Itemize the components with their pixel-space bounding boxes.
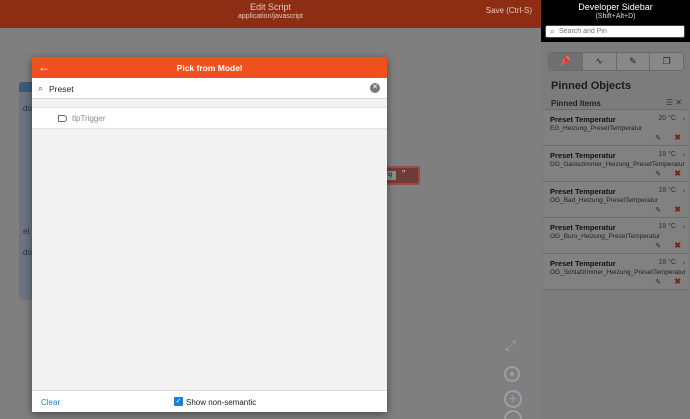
edit-icon[interactable]: ✎	[655, 242, 661, 250]
search-icon: ⌕	[550, 27, 555, 36]
dialog-header: ← Pick from Model	[32, 57, 387, 78]
sidebar-search[interactable]: ⌕	[545, 25, 685, 38]
edit-icon[interactable]: ✎	[655, 134, 661, 142]
editor-header: Edit Script application/javascript Save …	[0, 0, 541, 28]
recenter-icon[interactable]	[504, 366, 520, 382]
pinned-item-name: Preset Temperatur	[550, 115, 616, 124]
sidebar-header: Developer Sidebar (Shift+Alt+D) ⌕	[541, 0, 690, 42]
pinned-item-value: 18 °C	[658, 259, 676, 266]
tools-tab-icon[interactable]: ✎	[615, 53, 650, 70]
edit-icon[interactable]: ✎	[655, 170, 661, 178]
dialog-title: Pick from Model	[176, 63, 243, 73]
block-text: el	[23, 227, 30, 236]
sidebar-shortcut: (Shift+Alt+D)	[595, 13, 636, 20]
pinned-item[interactable]: Preset Temperatur 18 °C › OG_Buro_Heizun…	[543, 218, 688, 254]
result-label: tlpTrigger	[72, 114, 106, 123]
dialog-footer: Clear ✓ Show non-semantic	[32, 390, 387, 412]
pinned-item[interactable]: Preset Temperatur 18 °C › DG_Gastezimmer…	[543, 146, 688, 182]
clear-button[interactable]: Clear	[41, 398, 60, 407]
pinned-item-name: Preset Temperatur	[550, 151, 616, 160]
model-search: ⌕ ✕	[32, 78, 387, 99]
pinned-item-id: OG_Buro_Heizung_PresetTemperatur	[550, 233, 661, 240]
model-search-input[interactable]	[49, 82, 367, 95]
save-button[interactable]: Save (Ctrl-S)	[486, 6, 532, 15]
chevron-right-icon[interactable]: ›	[682, 258, 685, 267]
unpin-icon[interactable]: ✖	[674, 241, 681, 250]
chevron-right-icon[interactable]: ›	[682, 150, 685, 159]
sidebar-tabs: 📌 ∿ ✎ ❐	[548, 52, 684, 71]
search-icon: ⌕	[38, 83, 44, 93]
clear-search-icon[interactable]: ✕	[370, 83, 380, 93]
editor-title: Edit Script	[249, 2, 291, 12]
sidebar-search-input[interactable]	[559, 26, 683, 37]
copy-tab-icon[interactable]: ❐	[649, 53, 683, 70]
list-icon[interactable]: ☰	[666, 98, 673, 107]
pin-tab-icon[interactable]: 📌	[549, 53, 582, 70]
pinned-item[interactable]: Preset Temperatur 20 °C › EG_Heizung_Pre…	[543, 110, 688, 146]
pinned-item-id: DG_Gastezimmer_Heizung_PresetTemperatur	[550, 161, 685, 168]
chevron-right-icon[interactable]: ›	[682, 222, 685, 231]
block-text: do	[23, 248, 32, 257]
editor-subtitle: application/javascript	[238, 13, 303, 20]
pinned-item-id: OG_Schlafzimmer_Heizung_PresetTemperatur	[550, 269, 686, 276]
list-item[interactable]: tlpTrigger	[32, 107, 387, 129]
pinned-objects-title: Pinned Objects	[551, 80, 632, 92]
pinned-items-label: Pinned Items	[551, 99, 601, 108]
expression-tab-icon[interactable]: ∿	[581, 53, 616, 70]
unpin-icon[interactable]: ✖	[674, 277, 681, 286]
block-text: do	[23, 104, 32, 113]
show-non-semantic-label: Show non-semantic	[186, 398, 257, 407]
chevron-right-icon[interactable]: ›	[682, 186, 685, 195]
pinned-item-value: 20 °C	[658, 115, 676, 122]
zoom-in-icon[interactable]: +	[504, 390, 522, 408]
pinned-item-id: OG_Bad_Heizung_PresetTemperatur	[550, 197, 659, 204]
developer-sidebar: Developer Sidebar (Shift+Alt+D) ⌕ 📌 ∿ ✎ …	[541, 0, 690, 419]
chevron-right-icon[interactable]: ›	[682, 114, 685, 123]
pinned-item[interactable]: Preset Temperatur 18 °C › OG_Bad_Heizung…	[543, 182, 688, 218]
pick-from-model-dialog: ← Pick from Model ⌕ ✕ tlpTrigger Clear ✓…	[32, 57, 387, 412]
unpin-icon[interactable]: ✖	[674, 205, 681, 214]
unpin-icon[interactable]: ✖	[674, 169, 681, 178]
pinned-item[interactable]: Preset Temperatur 18 °C › OG_Schlafzimme…	[543, 254, 688, 290]
tag-icon	[58, 115, 67, 122]
pinned-tools: ☰ ✕	[666, 98, 682, 107]
pinned-item-id: EG_Heizung_PresetTemperatur	[550, 125, 643, 132]
pinned-item-name: Preset Temperatur	[550, 223, 616, 232]
quote-icon: ”	[402, 169, 406, 180]
model-results: tlpTrigger	[32, 99, 387, 389]
sidebar-title: Developer Sidebar	[578, 2, 653, 12]
pinned-item-value: 18 °C	[658, 223, 676, 230]
fullscreen-icon[interactable]: ⤢	[505, 337, 516, 354]
pinned-item-value: 18 °C	[658, 187, 676, 194]
pinned-item-value: 18 °C	[658, 151, 676, 158]
pinned-list: Preset Temperatur 20 °C › EG_Heizung_Pre…	[543, 110, 688, 290]
show-non-semantic-checkbox[interactable]: ✓	[174, 397, 183, 406]
pinned-item-name: Preset Temperatur	[550, 259, 616, 268]
pinned-item-name: Preset Temperatur	[550, 187, 616, 196]
edit-icon[interactable]: ✎	[655, 206, 661, 214]
edit-icon[interactable]: ✎	[655, 278, 661, 286]
unpin-icon[interactable]: ✖	[674, 133, 681, 142]
close-icon[interactable]: ✕	[675, 98, 682, 107]
